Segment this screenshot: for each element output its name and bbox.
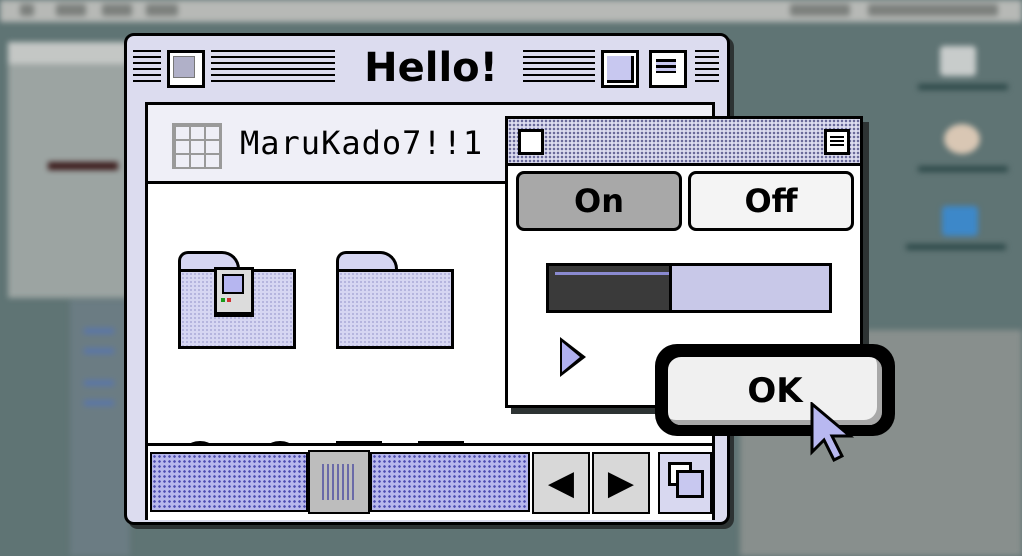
scroll-thumb[interactable] xyxy=(308,450,370,514)
progress-fill xyxy=(549,266,673,310)
desktop-folder-icon[interactable] xyxy=(942,206,978,236)
zoom-box-icon[interactable] xyxy=(601,50,639,88)
progress-bar xyxy=(546,263,832,313)
scroll-left-arrow-icon[interactable]: ◀ xyxy=(532,452,590,514)
scroll-track-left[interactable] xyxy=(150,452,308,512)
collapse-box-icon[interactable] xyxy=(649,50,687,88)
disclosure-triangle-icon[interactable] xyxy=(560,337,586,377)
scroll-right-arrow-icon[interactable]: ▶ xyxy=(592,452,650,514)
macintosh-icon xyxy=(214,267,254,317)
horizontal-scrollbar[interactable]: ◀ ▶ xyxy=(148,443,712,520)
scroll-track-right[interactable] xyxy=(370,452,530,512)
palette-close-box-icon[interactable] xyxy=(518,129,544,155)
desktop-disc-icon[interactable] xyxy=(944,124,980,154)
close-box-icon[interactable] xyxy=(167,50,205,88)
palette-collapse-box-icon[interactable] xyxy=(824,129,850,155)
palette-title-bar[interactable] xyxy=(508,119,860,166)
grow-box-icon[interactable] xyxy=(658,452,712,514)
background-list xyxy=(70,300,130,556)
menu-bar xyxy=(0,0,1022,22)
desktop-drive-icon[interactable] xyxy=(940,46,976,76)
default-button-ring: OK xyxy=(655,344,895,436)
system-folder-icon[interactable] xyxy=(178,251,296,349)
folder-icon[interactable] xyxy=(336,251,454,349)
grid-view-icon[interactable] xyxy=(172,123,222,169)
folder-name: MaruKado7!!1 xyxy=(240,124,484,162)
window-title: Hello! xyxy=(341,42,521,94)
window-title-bar[interactable]: Hello! xyxy=(127,36,727,100)
segment-on-button[interactable]: On xyxy=(516,171,682,231)
background-window xyxy=(8,42,128,298)
segment-off-button[interactable]: Off xyxy=(688,171,854,231)
